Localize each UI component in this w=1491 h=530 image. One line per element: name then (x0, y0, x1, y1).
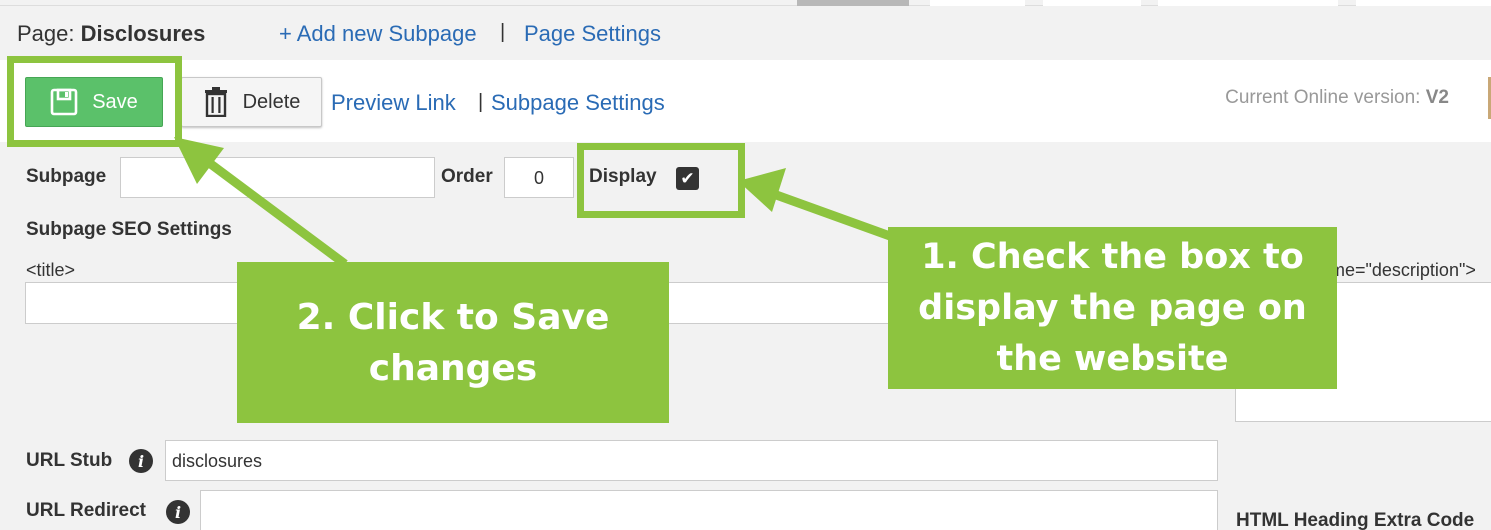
callout-1-line-1: 1. Check the box to (921, 236, 1304, 277)
callout-2-line-1: 2. Click to Save (296, 296, 610, 338)
callout-2-line-2: changes (368, 347, 538, 389)
display-arrow-head (738, 168, 786, 212)
save-arrow-head (174, 137, 224, 184)
display-arrow-line (766, 187, 892, 241)
callout-1-line-2: display the page on (918, 287, 1307, 328)
save-arrow-line (197, 152, 348, 268)
callout-check-display: 1. Check the box to display the page on … (888, 227, 1337, 389)
callout-save-changes: 2. Click to Save changes (237, 262, 669, 423)
callout-1-line-3: the website (996, 338, 1229, 379)
